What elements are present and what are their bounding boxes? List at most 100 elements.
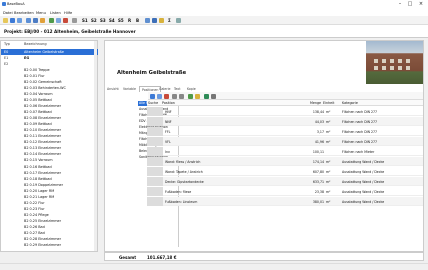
tree-scrollbar[interactable] [94, 41, 97, 251]
col-menge[interactable]: Menge [310, 101, 321, 105]
table-row[interactable]: Fußboden: Linoleum 380,01 m² Ausstattung Wa… [147, 197, 423, 206]
tree-row[interactable]: B2 0.02 Gemeinschaft [1, 79, 98, 85]
tree-row[interactable]: B2 0.01 Flur [1, 73, 98, 79]
col-suche[interactable]: Suche [148, 101, 158, 105]
row-handle[interactable] [147, 157, 163, 166]
edit-icon[interactable] [157, 93, 162, 99]
row-handle[interactable] [147, 137, 163, 146]
r-button[interactable]: R [128, 18, 131, 23]
new-icon[interactable] [3, 18, 8, 23]
tree-row[interactable]: B2 0.21 Lager RM [1, 194, 98, 200]
tree-row[interactable]: B2 0.06 Einzelzimmer [1, 103, 98, 109]
row-handle[interactable] [147, 147, 163, 156]
menu-menu[interactable]: Menu [36, 11, 46, 15]
export-icon[interactable] [188, 93, 193, 99]
tree-row[interactable]: B2 0.27 Bad [1, 231, 98, 237]
add-icon[interactable] [150, 93, 155, 99]
tree-row[interactable]: E0 Altenheim Geibelstraße [1, 49, 98, 55]
excel-icon[interactable] [204, 93, 209, 99]
tree-row[interactable]: B2 0.28 Einzelzimmer [1, 237, 98, 243]
table-row[interactable]: VFL 41,96 m² Flächen nach DIN 277 [147, 137, 423, 146]
copy-icon[interactable] [26, 18, 31, 23]
down-icon[interactable] [179, 93, 184, 99]
col-position[interactable]: Position [162, 101, 175, 105]
tree-row[interactable]: B2 0.05 Bettbad [1, 97, 98, 103]
tree-row[interactable]: B2 0.15 Vorraum [1, 158, 98, 164]
s1-button[interactable]: S1 [82, 18, 88, 23]
save-icon[interactable] [17, 18, 22, 23]
tree-row[interactable]: B2 0.03 Behinderten-WC [1, 85, 98, 91]
table-row[interactable]: NNF 44,03 m² Flächen nach DIN 277 [147, 117, 423, 126]
tree-row[interactable]: B2 0.22 Flur [1, 200, 98, 206]
s4-button[interactable]: S4 [109, 18, 115, 23]
folder-icon[interactable] [40, 18, 45, 23]
tree-row[interactable]: B2 0.14 Einzelzimmer [1, 152, 98, 158]
menu-listen[interactable]: Listen [50, 11, 61, 15]
s5-button[interactable]: S5 [118, 18, 124, 23]
row-handle[interactable] [147, 117, 163, 126]
table-icon[interactable] [145, 18, 150, 23]
table-row[interactable]: Inv 100,11 Flächen nach Mieter [147, 147, 423, 156]
table-row[interactable]: Wand: fliess / Anstrich 174,14 m² Ausstattu… [147, 157, 423, 166]
table-row[interactable]: Decke: Gipskartondecke 633,71 m² Ausstattun… [147, 177, 423, 186]
menu-bearbeiten[interactable]: Bearbeiten [14, 11, 34, 15]
close-button[interactable]: × [416, 1, 426, 8]
tree-row[interactable]: B2 0.26 Bad [1, 224, 98, 230]
tree-row[interactable]: E2 [1, 61, 98, 67]
list-icon[interactable] [56, 18, 61, 23]
tree-row[interactable]: B2 0.23 Flur [1, 206, 98, 212]
s3-button[interactable]: S3 [100, 18, 106, 23]
table-row[interactable]: Wand: Tapete / Anstrich 607,80 m² Ausstattu… [147, 167, 423, 176]
tree-row[interactable]: B2 0.10 Einzelzimmer [1, 128, 98, 134]
chart-icon[interactable] [152, 18, 157, 23]
row-handle[interactable] [147, 127, 163, 136]
table-row[interactable]: HNF 138,44 m² Flächen nach DIN 277 [147, 107, 423, 116]
tree-row[interactable]: B2 0.12 Einzelzimmer [1, 140, 98, 146]
col-kategorie[interactable]: Kategorie [342, 101, 358, 105]
tree-icon[interactable] [49, 18, 54, 23]
tree-row[interactable]: B2 0.18 Bettbad [1, 176, 98, 182]
tab-ansicht[interactable]: Ansicht [107, 86, 119, 92]
tree-row[interactable]: B2 0.25 Einzelzimmer [1, 218, 98, 224]
tree-row[interactable]: B2 0.08 Einzelzimmer [1, 116, 98, 122]
maximize-button[interactable]: □ [405, 1, 415, 8]
print-list-icon[interactable] [195, 93, 200, 99]
row-handle[interactable] [147, 177, 163, 186]
b-button[interactable]: B [136, 18, 139, 23]
tree-row[interactable]: B2 0.20 Lager RM [1, 188, 98, 194]
tree-row[interactable]: B2 0.13 Einzelzimmer [1, 146, 98, 152]
tree-row[interactable]: B2 0.24 Pflege [1, 212, 98, 218]
menu-datei[interactable]: Datei [3, 11, 13, 15]
refresh-icon[interactable] [211, 93, 216, 99]
tree-row[interactable]: B2 0.11 Einzelzimmer [1, 134, 98, 140]
tree-row[interactable]: B2 0.17 Einzelzimmer [1, 170, 98, 176]
table-row[interactable]: Fußboden: fliese 23,38 m² Ausstattung Wand … [147, 187, 423, 196]
up-icon[interactable] [172, 93, 177, 99]
row-handle[interactable] [147, 197, 163, 206]
tab-variable[interactable]: Variable [123, 86, 136, 92]
filter-icon[interactable] [159, 18, 164, 23]
col-einheit[interactable]: Einheit [323, 101, 334, 105]
menu-hilfe[interactable]: Hilfe [64, 11, 72, 15]
minimize-button[interactable]: – [395, 1, 405, 8]
tree-row[interactable]: B2 0.16 Bettbad [1, 164, 98, 170]
tree-row[interactable]: B2 0.00 Treppe [1, 67, 98, 73]
sum-button[interactable]: Σ [168, 18, 171, 23]
tree-row[interactable]: B2 0.19 Doppelzimmer [1, 182, 98, 188]
remove-icon[interactable] [164, 93, 169, 99]
settings-icon[interactable] [176, 18, 181, 23]
row-handle[interactable] [147, 107, 163, 116]
paste-icon[interactable] [33, 18, 38, 23]
tree-row[interactable]: B2 0.09 Bettbad [1, 122, 98, 128]
s2-button[interactable]: S2 [91, 18, 97, 23]
tree-row[interactable]: B2 0.07 Bettbad [1, 110, 98, 116]
tree-row[interactable]: B2 0.04 Vorraum [1, 91, 98, 97]
tree-row[interactable]: E1 EG [1, 55, 98, 61]
table-row[interactable]: FFL 3,17 m² Flächen nach DIN 277 [147, 127, 423, 136]
tree-row[interactable]: B2 0.29 Einzelzimmer [1, 243, 98, 249]
open-icon[interactable] [10, 18, 15, 23]
print-icon[interactable] [72, 18, 77, 23]
row-handle[interactable] [147, 187, 163, 196]
row-handle[interactable] [147, 167, 163, 176]
delete-icon[interactable] [63, 18, 68, 23]
